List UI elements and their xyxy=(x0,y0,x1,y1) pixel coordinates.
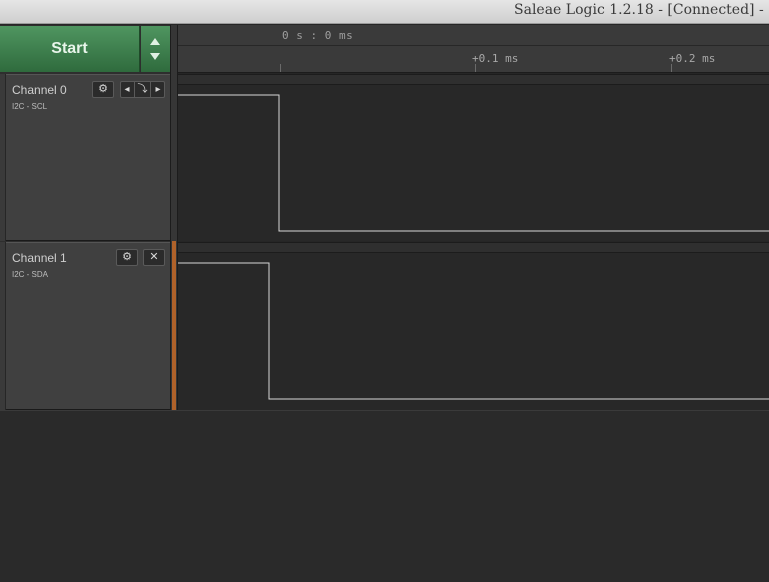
gear-icon: ⚙ xyxy=(98,83,108,95)
timeline-tick xyxy=(671,64,672,72)
channel-0-annotation-strip xyxy=(178,74,769,85)
start-button[interactable]: Start xyxy=(0,26,140,72)
falling-edge-icon[interactable]: ⤵ xyxy=(134,82,151,97)
channel-1-panel: Channel 1 I2C - SDA ⚙ ✕ xyxy=(6,242,170,410)
channel-1-name: Channel 1 xyxy=(12,251,67,265)
channel-0-subtitle: I2C - SCL xyxy=(12,102,48,111)
trigger-next-icon[interactable]: ▸ xyxy=(153,82,163,97)
title-bar: Saleae Logic 1.2.18 - [Connected] - [50 xyxy=(0,0,769,24)
timeline-origin: 0 s : 0 ms xyxy=(282,29,354,42)
channel-0-panel: Channel 0 I2C - SCL ⚙ ◂ ⤵ ▸ xyxy=(6,74,170,241)
timeline-tick-label: +0.2 ms xyxy=(669,52,716,65)
empty-area xyxy=(0,410,769,582)
channel-0-waveform-area[interactable] xyxy=(178,85,769,241)
gear-icon: ⚙ xyxy=(122,251,132,263)
timeline-tick xyxy=(280,64,281,72)
close-icon: ✕ xyxy=(149,251,159,263)
trigger-marker xyxy=(172,241,176,410)
channel-1-waveform xyxy=(178,262,769,400)
channel-0-waveform xyxy=(178,94,769,232)
window-title: Saleae Logic 1.2.18 - [Connected] - [50 xyxy=(514,2,769,18)
timeline-header[interactable]: 0 s : 0 ms +0.1 ms +0.2 ms xyxy=(178,25,769,73)
channel-1-waveform-area[interactable] xyxy=(178,253,769,410)
channel-0-trigger-group: ◂ ⤵ ▸ xyxy=(120,81,165,98)
timeline-divider xyxy=(178,45,769,46)
channel-1-remove-button[interactable]: ✕ xyxy=(143,249,165,266)
arrow-down-icon xyxy=(150,53,160,60)
channel-1-subtitle: I2C - SDA xyxy=(12,270,49,279)
channel-0-name: Channel 0 xyxy=(12,83,67,97)
trigger-prev-icon[interactable]: ◂ xyxy=(122,82,132,97)
channel-0-settings-button[interactable]: ⚙ xyxy=(92,81,114,98)
start-options-button[interactable] xyxy=(141,26,171,72)
channel-1-settings-button[interactable]: ⚙ xyxy=(116,249,138,266)
timeline-tick-label: +0.1 ms xyxy=(472,52,519,65)
channel-1-annotation-strip xyxy=(178,242,769,253)
timeline-tick xyxy=(475,64,476,72)
arrow-up-icon xyxy=(150,38,160,45)
